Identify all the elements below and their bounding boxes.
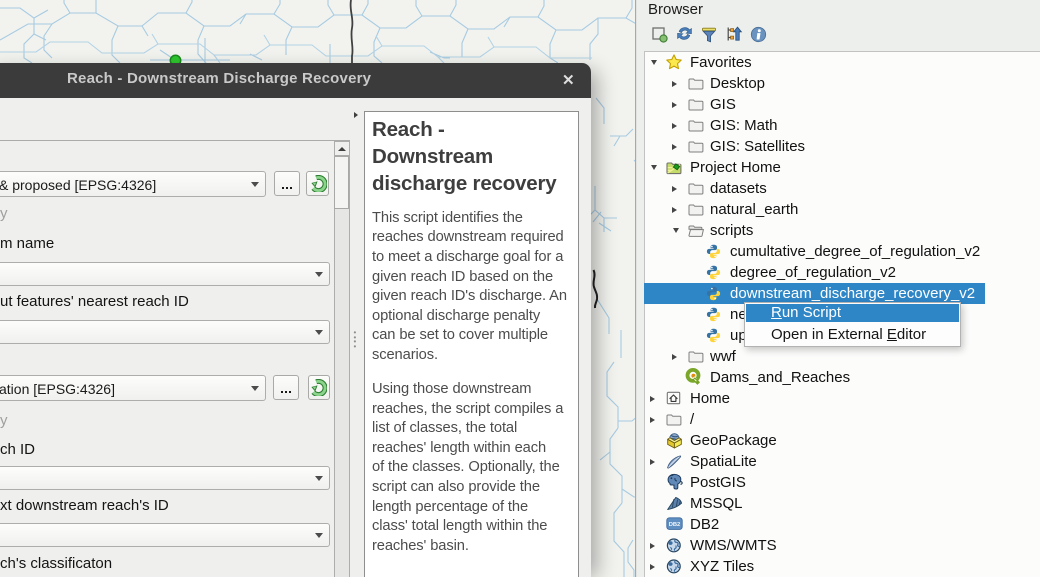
svg-text:DB2: DB2 [669,522,681,528]
